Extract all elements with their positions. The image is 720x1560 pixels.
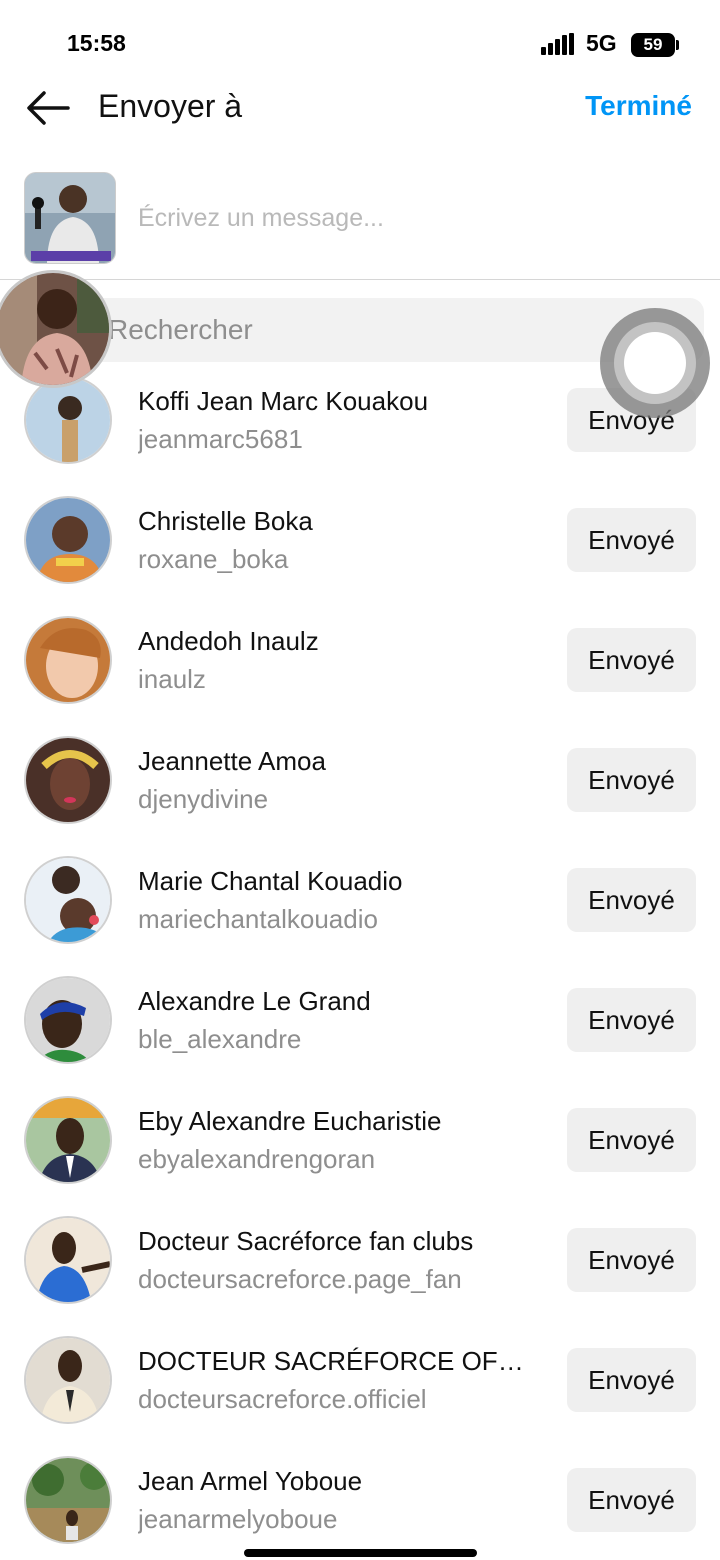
contact-row[interactable]: Jean Armel Yoboue jeanarmelyoboue Envoyé	[0, 1440, 720, 1560]
assistive-touch-button[interactable]	[600, 308, 710, 418]
status-time: 15:58	[67, 30, 126, 56]
contact-username: ble_alexandre	[138, 1024, 302, 1054]
contact-name: Jean Armel Yoboue	[138, 1466, 363, 1496]
post-thumbnail	[24, 172, 116, 264]
contact-name: Eby Alexandre Eucharistie	[138, 1106, 442, 1136]
avatar	[24, 1456, 112, 1544]
sent-button[interactable]: Envoyé	[567, 628, 696, 692]
contact-name: Docteur Sacréforce fan clubs	[138, 1226, 474, 1256]
contact-row[interactable]: Docteur Sacréforce fan clubs docteursacr…	[0, 1200, 720, 1320]
contact-row[interactable]: Marie Chantal Kouadio mariechantalkouadi…	[0, 840, 720, 960]
sent-button[interactable]: Envoyé	[567, 1348, 696, 1412]
contact-row[interactable]: Christelle Boka roxane_boka Envoyé	[0, 480, 720, 600]
contact-username: djenydivine	[138, 784, 269, 814]
sent-button[interactable]: Envoyé	[567, 508, 696, 572]
avatar	[24, 976, 112, 1064]
sent-button[interactable]: Envoyé	[567, 748, 696, 812]
message-input[interactable]	[138, 198, 678, 238]
sent-button[interactable]: Envoyé	[567, 868, 696, 932]
contact-username: jeanmarc5681	[138, 424, 303, 454]
avatar	[24, 376, 112, 464]
contact-row[interactable]: DOCTEUR SACRÉFORCE OFFICIEL docteursacre…	[0, 1320, 720, 1440]
contact-username: inaulz	[138, 664, 206, 694]
sent-button[interactable]: Envoyé	[567, 1228, 696, 1292]
sent-button[interactable]: Envoyé	[567, 1108, 696, 1172]
avatar	[24, 496, 112, 584]
contact-row[interactable]: Jeannette Amoa djenydivine Envoyé	[0, 720, 720, 840]
contact-name: Christelle Boka	[138, 506, 313, 536]
contact-username: mariechantalkouadio	[138, 904, 378, 934]
contact-name: Koffi Jean Marc Kouakou	[138, 386, 429, 416]
done-button[interactable]: Terminé	[585, 90, 692, 122]
avatar	[24, 616, 112, 704]
contact-username: jeanarmelyoboue	[138, 1504, 338, 1534]
status-bar: 15:58 5G 59	[0, 0, 720, 88]
sent-button[interactable]: Envoyé	[567, 988, 696, 1052]
contact-username: docteursacreforce.page_fan	[138, 1264, 462, 1294]
contact-name: Jeannette Amoa	[138, 746, 326, 776]
avatar	[24, 1096, 112, 1184]
message-row	[0, 170, 720, 280]
contact-list: Koffi Jean Marc Kouakou jeanmarc5681 Env…	[0, 360, 720, 1560]
search-input[interactable]	[108, 310, 588, 350]
avatar	[24, 856, 112, 944]
avatar	[24, 736, 112, 824]
signal-icon	[541, 33, 574, 55]
back-button[interactable]	[24, 88, 72, 128]
battery-icon: 59	[631, 33, 675, 57]
contact-name: Marie Chantal Kouadio	[138, 866, 403, 896]
header: Envoyer à Terminé	[0, 80, 720, 140]
contact-row[interactable]: Alexandre Le Grand ble_alexandre Envoyé	[0, 960, 720, 1080]
avatar	[24, 1216, 112, 1304]
page-title: Envoyer à	[98, 88, 243, 124]
home-indicator[interactable]	[244, 1549, 477, 1557]
arrow-left-icon	[27, 91, 70, 125]
contact-name: DOCTEUR SACRÉFORCE OFFICIEL	[138, 1346, 528, 1376]
network-type: 5G	[586, 30, 617, 56]
contact-name: Alexandre Le Grand	[138, 986, 371, 1016]
contact-username: roxane_boka	[138, 544, 289, 574]
sent-button[interactable]: Envoyé	[567, 1468, 696, 1532]
avatar	[24, 1336, 112, 1424]
battery-tip	[676, 40, 679, 50]
contact-username: ebyalexandrengoran	[138, 1144, 376, 1174]
contact-name: Andedoh Inaulz	[138, 626, 319, 656]
contact-username: docteursacreforce.officiel	[138, 1384, 427, 1414]
contact-row[interactable]: Andedoh Inaulz inaulz Envoyé	[0, 600, 720, 720]
contact-row[interactable]: Eby Alexandre Eucharistie ebyalexandreng…	[0, 1080, 720, 1200]
